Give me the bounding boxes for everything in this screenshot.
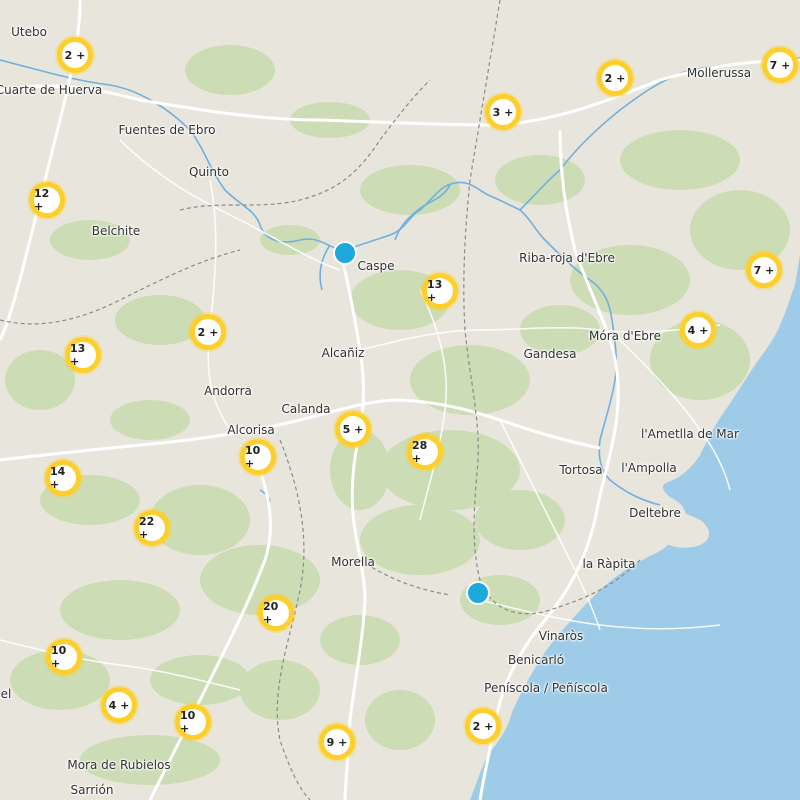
cluster-marker[interactable]: 13 + [422, 273, 458, 309]
map-canvas[interactable]: Utebo Cuarte de Huerva Fuentes de Ebro Q… [0, 0, 800, 800]
cluster-marker[interactable]: 7 + [762, 47, 798, 83]
cluster-marker[interactable]: 9 + [319, 724, 355, 760]
cluster-marker[interactable]: 20 + [258, 595, 294, 631]
cluster-marker[interactable]: 4 + [680, 312, 716, 348]
cluster-marker[interactable]: 10 + [240, 439, 276, 475]
cluster-marker[interactable]: 12 + [29, 182, 65, 218]
cluster-marker[interactable]: 2 + [597, 60, 633, 96]
cluster-marker[interactable]: 7 + [746, 252, 782, 288]
cluster-marker[interactable]: 5 + [335, 411, 371, 447]
cluster-marker[interactable]: 10 + [46, 639, 82, 675]
cluster-marker[interactable]: 10 + [175, 704, 211, 740]
cluster-marker[interactable]: 28 + [407, 434, 443, 470]
location-pin[interactable] [333, 241, 357, 265]
cluster-marker[interactable]: 2 + [190, 314, 226, 350]
cluster-marker[interactable]: 2 + [465, 708, 501, 744]
cluster-marker[interactable]: 22 + [134, 510, 170, 546]
cluster-marker[interactable]: 14 + [45, 460, 81, 496]
basemap [0, 0, 800, 800]
cluster-marker[interactable]: 2 + [57, 37, 93, 73]
location-pin[interactable] [466, 581, 490, 605]
cluster-marker[interactable]: 4 + [101, 687, 137, 723]
cluster-marker[interactable]: 13 + [65, 337, 101, 373]
cluster-marker[interactable]: 3 + [485, 94, 521, 130]
